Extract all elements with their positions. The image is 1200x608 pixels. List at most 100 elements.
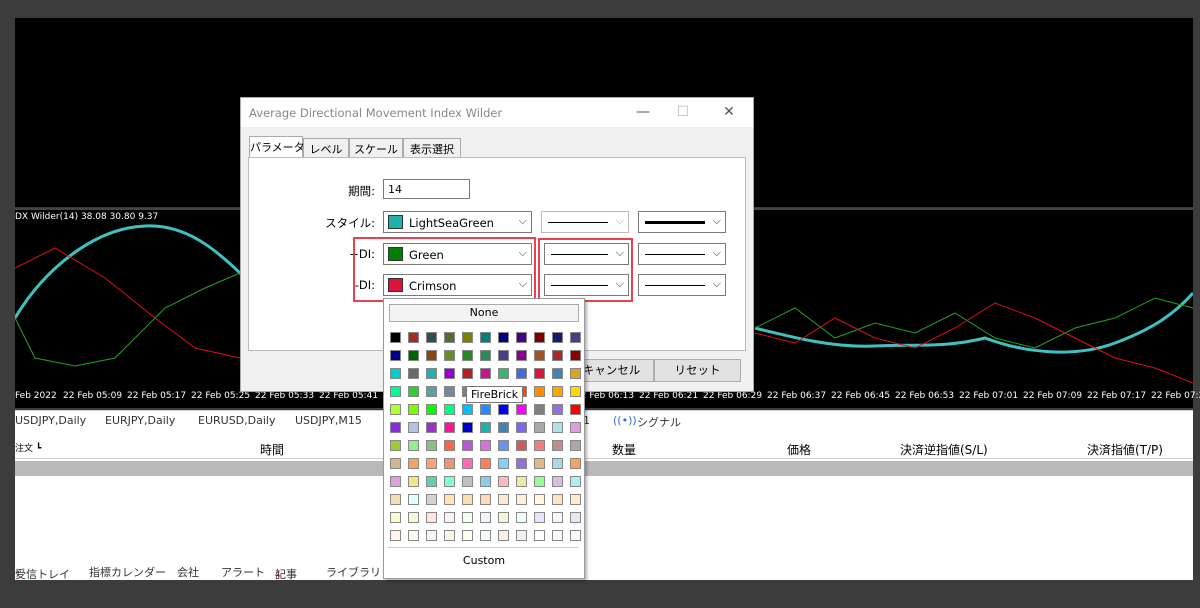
color-cell[interactable] <box>552 422 563 433</box>
color-cell[interactable] <box>570 350 581 361</box>
tab-usdjpy-m15[interactable]: USDJPY,M15 <box>295 414 362 427</box>
color-cell[interactable] <box>480 350 491 361</box>
color-cell[interactable] <box>462 494 473 505</box>
color-cell[interactable] <box>534 530 545 541</box>
color-cell[interactable] <box>570 494 581 505</box>
color-cell[interactable] <box>498 530 509 541</box>
custom-color-button[interactable]: Custom <box>384 554 584 567</box>
color-cell[interactable] <box>408 404 419 415</box>
color-cell[interactable] <box>390 422 401 433</box>
color-cell[interactable] <box>498 512 509 523</box>
color-cell[interactable] <box>480 476 491 487</box>
color-cell[interactable] <box>462 440 473 451</box>
color-cell[interactable] <box>444 404 455 415</box>
color-cell[interactable] <box>480 404 491 415</box>
color-cell[interactable] <box>480 512 491 523</box>
period-input[interactable]: 14 <box>383 179 470 199</box>
color-cell[interactable] <box>426 530 437 541</box>
dialog-titlebar[interactable]: Average Directional Movement Index Wilde… <box>241 98 753 127</box>
color-cell[interactable] <box>462 350 473 361</box>
color-cell[interactable] <box>498 476 509 487</box>
color-cell[interactable] <box>480 368 491 379</box>
color-cell[interactable] <box>516 458 527 469</box>
color-cell[interactable] <box>444 386 455 397</box>
color-cell[interactable] <box>390 440 401 451</box>
col-sl[interactable]: 決済逆指値(S/L) <box>900 441 988 458</box>
color-cell[interactable] <box>498 440 509 451</box>
color-cell[interactable] <box>390 350 401 361</box>
color-cell[interactable] <box>408 332 419 343</box>
color-cell[interactable] <box>390 458 401 469</box>
color-cell[interactable] <box>570 530 581 541</box>
col-time[interactable]: 時間 <box>260 441 284 458</box>
color-cell[interactable] <box>462 404 473 415</box>
color-cell[interactable] <box>534 350 545 361</box>
color-cell[interactable] <box>570 332 581 343</box>
color-cell[interactable] <box>426 332 437 343</box>
color-cell[interactable] <box>390 530 401 541</box>
style-line-select[interactable]: ⌵ <box>541 211 629 233</box>
color-cell[interactable] <box>480 422 491 433</box>
col-tp[interactable]: 決済指値(T/P) <box>1087 441 1163 458</box>
tab-library[interactable]: ライブラリ <box>326 564 381 580</box>
color-cell[interactable] <box>570 476 581 487</box>
color-cell[interactable] <box>552 368 563 379</box>
color-cell[interactable] <box>408 350 419 361</box>
color-cell[interactable] <box>516 368 527 379</box>
color-cell[interactable] <box>534 440 545 451</box>
color-cell[interactable] <box>498 422 509 433</box>
maximize-icon[interactable]: ☐ <box>675 104 691 120</box>
color-cell[interactable] <box>408 440 419 451</box>
color-cell[interactable] <box>390 386 401 397</box>
tab-usdjpy-daily[interactable]: USDJPY,Daily <box>15 414 86 427</box>
color-cell[interactable] <box>426 476 437 487</box>
color-cell[interactable] <box>552 404 563 415</box>
color-cell[interactable] <box>444 440 455 451</box>
color-cell[interactable] <box>444 350 455 361</box>
color-cell[interactable] <box>552 512 563 523</box>
color-cell[interactable] <box>480 530 491 541</box>
tab-alerts[interactable]: アラート <box>221 564 265 580</box>
color-cell[interactable] <box>426 350 437 361</box>
color-cell[interactable] <box>408 494 419 505</box>
color-cell[interactable] <box>516 440 527 451</box>
color-cell[interactable] <box>534 404 545 415</box>
color-cell[interactable] <box>570 458 581 469</box>
color-cell[interactable] <box>444 494 455 505</box>
color-cell[interactable] <box>534 368 545 379</box>
color-cell[interactable] <box>552 386 563 397</box>
color-cell[interactable] <box>444 368 455 379</box>
color-cell[interactable] <box>534 458 545 469</box>
color-cell[interactable] <box>552 458 563 469</box>
color-cell[interactable] <box>570 386 581 397</box>
color-cell[interactable] <box>480 440 491 451</box>
color-cell[interactable] <box>426 386 437 397</box>
col-order[interactable]: 注文 ┗ <box>15 441 41 454</box>
color-cell[interactable] <box>390 476 401 487</box>
color-cell[interactable] <box>534 386 545 397</box>
tab-company[interactable]: 会社 <box>177 564 199 580</box>
color-cell[interactable] <box>570 440 581 451</box>
color-cell[interactable] <box>390 368 401 379</box>
color-cell[interactable] <box>552 494 563 505</box>
color-cell[interactable] <box>516 332 527 343</box>
color-cell[interactable] <box>516 404 527 415</box>
color-cell[interactable] <box>426 458 437 469</box>
color-cell[interactable] <box>570 368 581 379</box>
color-cell[interactable] <box>462 332 473 343</box>
color-cell[interactable] <box>516 530 527 541</box>
color-cell[interactable] <box>444 458 455 469</box>
tab-inbox[interactable]: 受信トレイ 7 <box>15 564 70 581</box>
style-color-select[interactable]: LightSeaGreen ⌵ <box>383 211 532 233</box>
color-cell[interactable] <box>444 512 455 523</box>
col-price[interactable]: 価格 <box>787 441 811 458</box>
color-cell[interactable] <box>516 494 527 505</box>
color-cell[interactable] <box>408 368 419 379</box>
tab-signals[interactable]: シグナル <box>637 414 681 430</box>
color-cell[interactable] <box>534 422 545 433</box>
color-cell[interactable] <box>516 512 527 523</box>
color-cell[interactable] <box>462 458 473 469</box>
color-cell[interactable] <box>444 476 455 487</box>
color-cell[interactable] <box>498 332 509 343</box>
tab-calendar[interactable]: 指標カレンダー <box>89 564 166 580</box>
